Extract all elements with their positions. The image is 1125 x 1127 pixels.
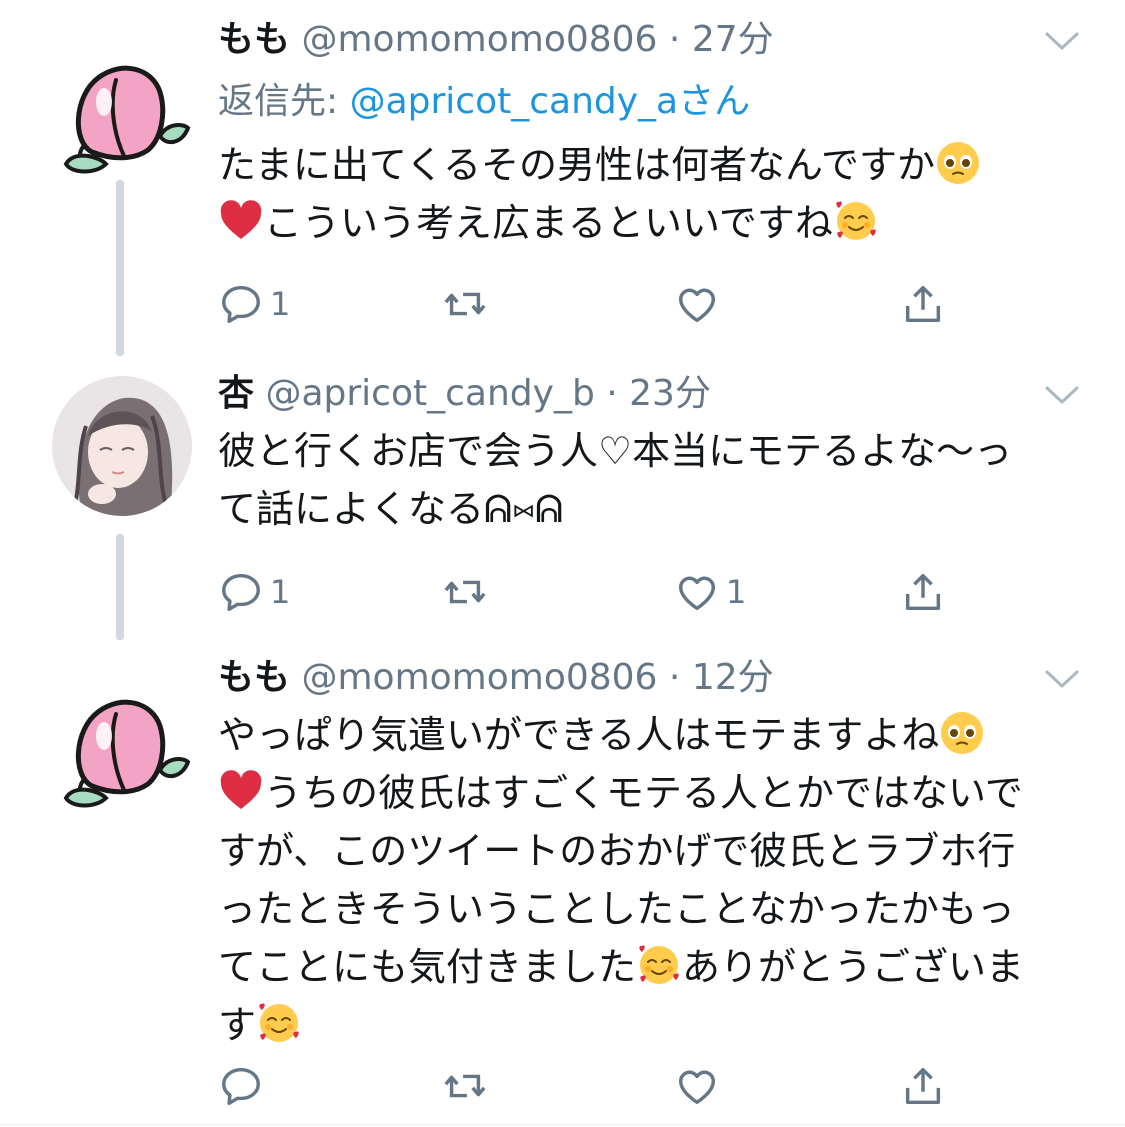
share-button[interactable]	[900, 278, 946, 330]
tweet-header: もも @momomomo0806 · 12分	[218, 656, 774, 700]
reply-to-line: 返信先: @apricot_candy_aさん	[218, 80, 750, 124]
peach-avatar-icon	[52, 680, 192, 820]
tweet-header: もも @momomomo0806 · 27分	[218, 18, 774, 62]
separator-dot: ·	[594, 373, 630, 414]
smiling-face-hearts-icon	[256, 1000, 302, 1046]
tweet-text-segment: うちの彼氏はすごくモテる人とかではないで	[264, 771, 1023, 815]
reply-icon	[218, 281, 264, 327]
timestamp[interactable]: 23分	[629, 373, 711, 414]
reply-to-prefix: 返信先:	[218, 81, 350, 122]
tweet-text: たまに出てくるその男性は何者なんですか こういう考え広まるといいですね	[218, 136, 1078, 252]
red-heart-icon	[218, 198, 264, 244]
user-handle[interactable]: @apricot_candy_b	[265, 373, 594, 414]
tweet-actions: 1 1	[218, 566, 978, 618]
display-name[interactable]: もも	[218, 19, 290, 60]
chevron-down-icon[interactable]	[1044, 30, 1080, 52]
tweet-line: たまに出てくるその男性は何者なんですか	[218, 136, 1078, 194]
retweet-icon	[442, 569, 488, 615]
tweet-line: す	[218, 996, 1078, 1054]
share-icon	[900, 569, 946, 615]
retweet-icon	[442, 281, 488, 327]
retweet-button[interactable]	[442, 566, 494, 618]
timestamp[interactable]: 27分	[692, 19, 774, 60]
tweet-3[interactable]: もも @momomomo0806 · 12分 やっぱり気遣いができる人はモテます…	[0, 640, 1125, 1127]
chevron-down-icon[interactable]	[1044, 384, 1080, 406]
like-button[interactable]	[674, 278, 726, 330]
thread-line	[116, 534, 124, 640]
reply-button[interactable]: 1	[218, 566, 290, 618]
chevron-down-icon[interactable]	[1044, 668, 1080, 690]
tweet-actions: 1	[218, 278, 978, 330]
tweet-text-segment: す	[218, 1003, 257, 1047]
user-handle[interactable]: @momomomo0806	[301, 657, 657, 698]
avatar[interactable]	[52, 680, 192, 820]
tweet-text: 彼と行くお店で会う人♡本当にモテるよな〜っ て話によくなるᕱ⑅ᕱ	[218, 422, 1078, 538]
tweet-text-segment: こういう考え広まるといいですね	[264, 201, 833, 245]
like-button[interactable]	[674, 1060, 726, 1112]
separator-dot: ·	[657, 19, 692, 60]
share-icon	[900, 281, 946, 327]
display-name[interactable]: もも	[218, 657, 290, 698]
tweet-2[interactable]: 杏 @apricot_candy_b · 23分 彼と行くお店で会う人♡本当にモ…	[0, 360, 1125, 640]
smiling-face-hearts-icon	[833, 198, 879, 244]
tweet-1[interactable]: もも @momomomo0806 · 27分 返信先: @apricot_can…	[0, 0, 1125, 356]
avatar[interactable]	[52, 376, 192, 516]
tweet-line: 彼と行くお店で会う人♡本当にモテるよな〜っ	[218, 422, 1078, 480]
tweet-text-segment: すが、このツイートのおかげで彼氏とラブホ行	[218, 829, 1016, 873]
share-icon	[900, 1063, 946, 1109]
tweet-text-segment: てことにも気付きました	[218, 945, 637, 989]
red-heart-icon	[218, 768, 264, 814]
bottom-divider	[0, 1124, 1125, 1125]
heart-icon	[674, 281, 720, 327]
pleading-face-icon	[939, 710, 985, 756]
tweet-text-segment: ありがとうございま	[682, 945, 1025, 989]
tweet-text-segment: て話によくなる	[218, 487, 485, 531]
reply-button[interactable]	[218, 1060, 270, 1112]
avatar[interactable]	[52, 46, 192, 186]
reply-icon	[218, 1063, 264, 1109]
reply-icon	[218, 569, 264, 615]
reply-button[interactable]: 1	[218, 278, 290, 330]
tweet-text-segment: やっぱり気遣いができる人はモテますよね	[218, 713, 940, 757]
smiling-face-hearts-icon	[636, 942, 682, 988]
reply-to-handle[interactable]: @apricot_candy_a	[350, 81, 679, 122]
tweet-text: やっぱり気遣いができる人はモテますよね うちの彼氏はすごくモテる人とかではないで…	[218, 706, 1078, 1054]
user-avatar-photo	[52, 376, 192, 516]
tweet-line: ったときそういうことしたことなかったかもっ	[218, 880, 1078, 938]
reply-count: 1	[270, 573, 291, 611]
retweet-button[interactable]	[442, 1060, 494, 1112]
tweet-actions	[218, 1060, 978, 1112]
tweet-line: て話によくなるᕱ⑅ᕱ	[218, 480, 1078, 538]
tweet-header: 杏 @apricot_candy_b · 23分	[218, 372, 711, 416]
tweet-text-segment: ったときそういうことしたことなかったかもっ	[218, 887, 1015, 931]
kaomoji: ᕱ⑅ᕱ	[484, 487, 564, 531]
display-name[interactable]: 杏	[218, 373, 254, 414]
share-button[interactable]	[900, 566, 946, 618]
reply-count: 1	[270, 285, 291, 323]
share-button[interactable]	[900, 1060, 946, 1112]
tweet-line: てことにも気付きました ありがとうございま	[218, 938, 1078, 996]
like-button[interactable]: 1	[674, 566, 746, 618]
tweet-line: すが、このツイートのおかげで彼氏とラブホ行	[218, 822, 1078, 880]
retweet-icon	[442, 1063, 488, 1109]
timestamp[interactable]: 12分	[692, 657, 774, 698]
tweet-line: こういう考え広まるといいですね	[218, 194, 1078, 252]
tweet-line: やっぱり気遣いができる人はモテますよね	[218, 706, 1078, 764]
pleading-face-icon	[935, 140, 981, 186]
like-count: 1	[726, 573, 747, 611]
reply-to-suffix: さん	[678, 81, 751, 122]
tweet-text-segment: 彼と行くお店で会う人♡本当にモテるよな〜っ	[218, 429, 1013, 473]
retweet-button[interactable]	[442, 278, 494, 330]
separator-dot: ·	[657, 657, 692, 698]
user-handle[interactable]: @momomomo0806	[301, 19, 657, 60]
peach-avatar-icon	[52, 46, 192, 186]
tweet-text-segment: たまに出てくるその男性は何者なんですか	[218, 143, 936, 187]
heart-icon	[674, 569, 720, 615]
thread-line	[116, 180, 124, 356]
heart-icon	[674, 1063, 720, 1109]
tweet-line: うちの彼氏はすごくモテる人とかではないで	[218, 764, 1078, 822]
